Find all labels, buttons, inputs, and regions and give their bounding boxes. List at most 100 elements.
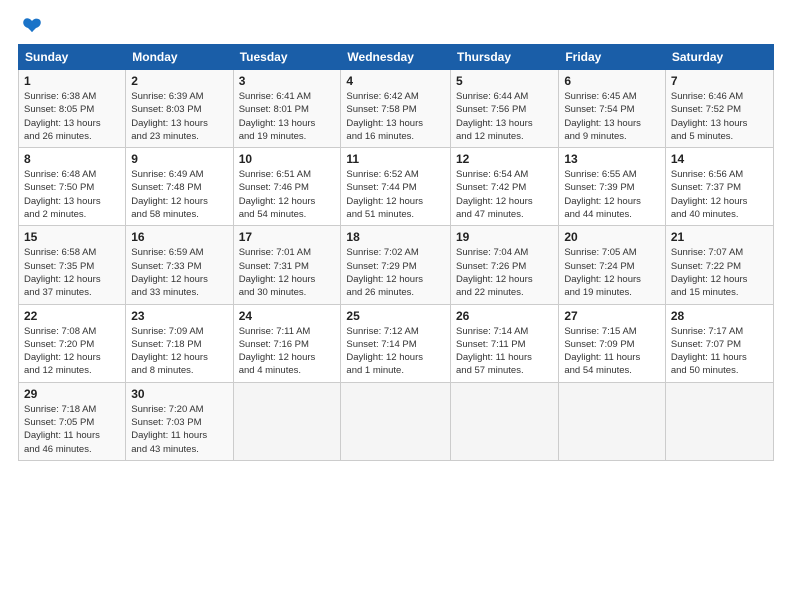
header-wednesday: Wednesday (341, 45, 451, 70)
day-number: 13 (564, 152, 660, 166)
header-sunday: Sunday (19, 45, 126, 70)
day-number: 11 (346, 152, 445, 166)
day-number: 3 (239, 74, 336, 88)
day-number: 10 (239, 152, 336, 166)
day-info: Sunrise: 7:17 AM Sunset: 7:07 PM Dayligh… (671, 325, 768, 378)
day-info: Sunrise: 6:56 AM Sunset: 7:37 PM Dayligh… (671, 168, 768, 221)
table-row: 14 Sunrise: 6:56 AM Sunset: 7:37 PM Dayli… (665, 148, 773, 226)
logo-bird-icon (20, 14, 44, 38)
calendar-week-3: 22 Sunrise: 7:08 AM Sunset: 7:20 PM Dayli… (19, 304, 774, 382)
table-row: 25 Sunrise: 7:12 AM Sunset: 7:14 PM Dayli… (341, 304, 451, 382)
table-row: 26 Sunrise: 7:14 AM Sunset: 7:11 PM Dayli… (451, 304, 559, 382)
table-row: 15Sunrise: 6:58 AM Sunset: 7:35 PM Dayli… (19, 226, 126, 304)
table-row: 11 Sunrise: 6:52 AM Sunset: 7:44 PM Dayli… (341, 148, 451, 226)
table-row (341, 382, 451, 460)
day-number: 7 (671, 74, 768, 88)
day-info: Sunrise: 6:52 AM Sunset: 7:44 PM Dayligh… (346, 168, 445, 221)
table-row: 22 Sunrise: 7:08 AM Sunset: 7:20 PM Dayli… (19, 304, 126, 382)
header-thursday: Thursday (451, 45, 559, 70)
table-row: 19 Sunrise: 7:04 AM Sunset: 7:26 PM Dayli… (451, 226, 559, 304)
day-number: 5 (456, 74, 553, 88)
table-row: 5 Sunrise: 6:44 AM Sunset: 7:56 PM Daylig… (451, 70, 559, 148)
day-number: 12 (456, 152, 553, 166)
table-row: 8 Sunrise: 6:48 AM Sunset: 7:50 PM Daylig… (19, 148, 126, 226)
day-number: 22 (24, 309, 120, 323)
logo (18, 18, 44, 34)
calendar-week-4: 29 Sunrise: 7:18 AM Sunset: 7:05 PM Dayli… (19, 382, 774, 460)
header-tuesday: Tuesday (233, 45, 341, 70)
day-number: 16 (131, 230, 227, 244)
table-row (233, 382, 341, 460)
table-row: 6Sunrise: 6:45 AM Sunset: 7:54 PM Daylig… (559, 70, 666, 148)
header-saturday: Saturday (665, 45, 773, 70)
day-number: 4 (346, 74, 445, 88)
day-info: Sunrise: 6:59 AM Sunset: 7:33 PM Dayligh… (131, 246, 227, 299)
day-info: Sunrise: 6:55 AM Sunset: 7:39 PM Dayligh… (564, 168, 660, 221)
table-row: 2Sunrise: 6:39 AM Sunset: 8:03 PM Daylig… (126, 70, 233, 148)
day-info: Sunrise: 6:48 AM Sunset: 7:50 PM Dayligh… (24, 168, 120, 221)
day-info: Sunrise: 6:49 AM Sunset: 7:48 PM Dayligh… (131, 168, 227, 221)
weekday-header-row: Sunday Monday Tuesday Wednesday Thursday… (19, 45, 774, 70)
day-info: Sunrise: 7:08 AM Sunset: 7:20 PM Dayligh… (24, 325, 120, 378)
page: Sunday Monday Tuesday Wednesday Thursday… (0, 0, 792, 612)
calendar-week-2: 15Sunrise: 6:58 AM Sunset: 7:35 PM Dayli… (19, 226, 774, 304)
day-info: Sunrise: 6:39 AM Sunset: 8:03 PM Dayligh… (131, 90, 227, 143)
day-info: Sunrise: 6:45 AM Sunset: 7:54 PM Dayligh… (564, 90, 660, 143)
day-info: Sunrise: 7:01 AM Sunset: 7:31 PM Dayligh… (239, 246, 336, 299)
table-row: 28Sunrise: 7:17 AM Sunset: 7:07 PM Dayli… (665, 304, 773, 382)
day-info: Sunrise: 7:11 AM Sunset: 7:16 PM Dayligh… (239, 325, 336, 378)
day-number: 30 (131, 387, 227, 401)
day-number: 1 (24, 74, 120, 88)
table-row: 16 Sunrise: 6:59 AM Sunset: 7:33 PM Dayli… (126, 226, 233, 304)
day-info: Sunrise: 7:02 AM Sunset: 7:29 PM Dayligh… (346, 246, 445, 299)
day-number: 14 (671, 152, 768, 166)
table-row: 10 Sunrise: 6:51 AM Sunset: 7:46 PM Dayli… (233, 148, 341, 226)
day-info: Sunrise: 6:41 AM Sunset: 8:01 PM Dayligh… (239, 90, 336, 143)
day-info: Sunrise: 7:12 AM Sunset: 7:14 PM Dayligh… (346, 325, 445, 378)
table-row: 12 Sunrise: 6:54 AM Sunset: 7:42 PM Dayli… (451, 148, 559, 226)
day-info: Sunrise: 7:18 AM Sunset: 7:05 PM Dayligh… (24, 403, 120, 456)
table-row: 20Sunrise: 7:05 AM Sunset: 7:24 PM Dayli… (559, 226, 666, 304)
day-number: 8 (24, 152, 120, 166)
table-row: 18 Sunrise: 7:02 AM Sunset: 7:29 PM Dayli… (341, 226, 451, 304)
table-row: 9 Sunrise: 6:49 AM Sunset: 7:48 PM Daylig… (126, 148, 233, 226)
table-row (451, 382, 559, 460)
day-info: Sunrise: 7:07 AM Sunset: 7:22 PM Dayligh… (671, 246, 768, 299)
day-info: Sunrise: 6:46 AM Sunset: 7:52 PM Dayligh… (671, 90, 768, 143)
table-row (665, 382, 773, 460)
calendar-week-1: 8 Sunrise: 6:48 AM Sunset: 7:50 PM Daylig… (19, 148, 774, 226)
day-number: 27 (564, 309, 660, 323)
table-row: 23 Sunrise: 7:09 AM Sunset: 7:18 PM Dayli… (126, 304, 233, 382)
day-number: 29 (24, 387, 120, 401)
table-row: 13 Sunrise: 6:55 AM Sunset: 7:39 PM Dayli… (559, 148, 666, 226)
day-number: 20 (564, 230, 660, 244)
day-number: 15 (24, 230, 120, 244)
day-info: Sunrise: 7:09 AM Sunset: 7:18 PM Dayligh… (131, 325, 227, 378)
day-number: 19 (456, 230, 553, 244)
table-row: 7 Sunrise: 6:46 AM Sunset: 7:52 PM Daylig… (665, 70, 773, 148)
table-row: 21 Sunrise: 7:07 AM Sunset: 7:22 PM Dayli… (665, 226, 773, 304)
day-info: Sunrise: 7:20 AM Sunset: 7:03 PM Dayligh… (131, 403, 227, 456)
day-info: Sunrise: 6:44 AM Sunset: 7:56 PM Dayligh… (456, 90, 553, 143)
day-info: Sunrise: 6:38 AM Sunset: 8:05 PM Dayligh… (24, 90, 120, 143)
table-row: 17 Sunrise: 7:01 AM Sunset: 7:31 PM Dayli… (233, 226, 341, 304)
day-info: Sunrise: 7:14 AM Sunset: 7:11 PM Dayligh… (456, 325, 553, 378)
day-info: Sunrise: 7:04 AM Sunset: 7:26 PM Dayligh… (456, 246, 553, 299)
table-row (559, 382, 666, 460)
day-number: 21 (671, 230, 768, 244)
day-number: 9 (131, 152, 227, 166)
table-row: 4Sunrise: 6:42 AM Sunset: 7:58 PM Daylig… (341, 70, 451, 148)
day-number: 25 (346, 309, 445, 323)
day-number: 18 (346, 230, 445, 244)
day-number: 23 (131, 309, 227, 323)
day-number: 17 (239, 230, 336, 244)
table-row: 30 Sunrise: 7:20 AM Sunset: 7:03 PM Dayli… (126, 382, 233, 460)
calendar-table: Sunday Monday Tuesday Wednesday Thursday… (18, 44, 774, 461)
table-row: 27Sunrise: 7:15 AM Sunset: 7:09 PM Dayli… (559, 304, 666, 382)
header-friday: Friday (559, 45, 666, 70)
day-number: 24 (239, 309, 336, 323)
day-info: Sunrise: 6:51 AM Sunset: 7:46 PM Dayligh… (239, 168, 336, 221)
table-row: 1 Sunrise: 6:38 AM Sunset: 8:05 PM Daylig… (19, 70, 126, 148)
day-number: 26 (456, 309, 553, 323)
day-info: Sunrise: 6:54 AM Sunset: 7:42 PM Dayligh… (456, 168, 553, 221)
